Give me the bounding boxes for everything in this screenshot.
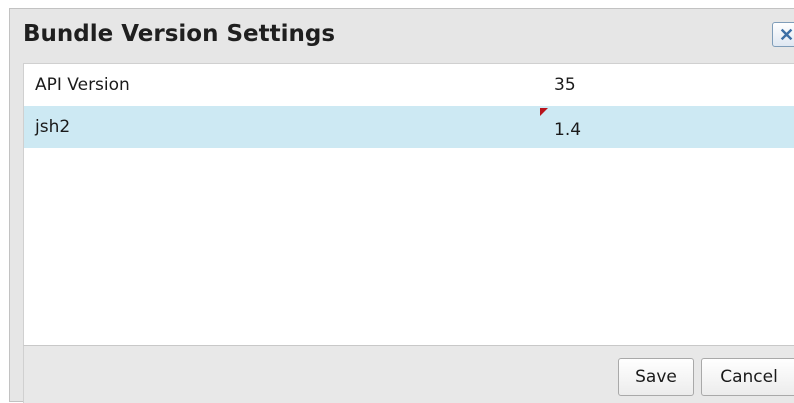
close-icon: ✕ xyxy=(779,25,794,45)
save-button[interactable]: Save xyxy=(618,358,694,396)
modified-indicator-icon xyxy=(540,108,548,116)
setting-value[interactable]: 35 xyxy=(554,75,576,95)
table-row[interactable]: API Version 35 xyxy=(24,64,794,106)
bundle-version-settings-dialog: Bundle Version Settings ✕ API Version 35… xyxy=(9,8,794,403)
dialog-title-bar[interactable]: Bundle Version Settings ✕ xyxy=(10,9,794,63)
dialog-title: Bundle Version Settings xyxy=(23,21,336,47)
setting-name: API Version xyxy=(35,75,130,95)
cancel-button[interactable]: Cancel xyxy=(701,358,794,396)
close-button[interactable]: ✕ xyxy=(772,22,794,47)
setting-value[interactable]: 1.4 xyxy=(554,120,581,140)
dialog-footer: Save Cancel xyxy=(23,345,794,403)
table-row-selected[interactable]: jsh2 1.4 xyxy=(24,106,794,148)
settings-grid: API Version 35 jsh2 1.4 xyxy=(23,63,794,345)
setting-name: jsh2 xyxy=(35,117,71,137)
